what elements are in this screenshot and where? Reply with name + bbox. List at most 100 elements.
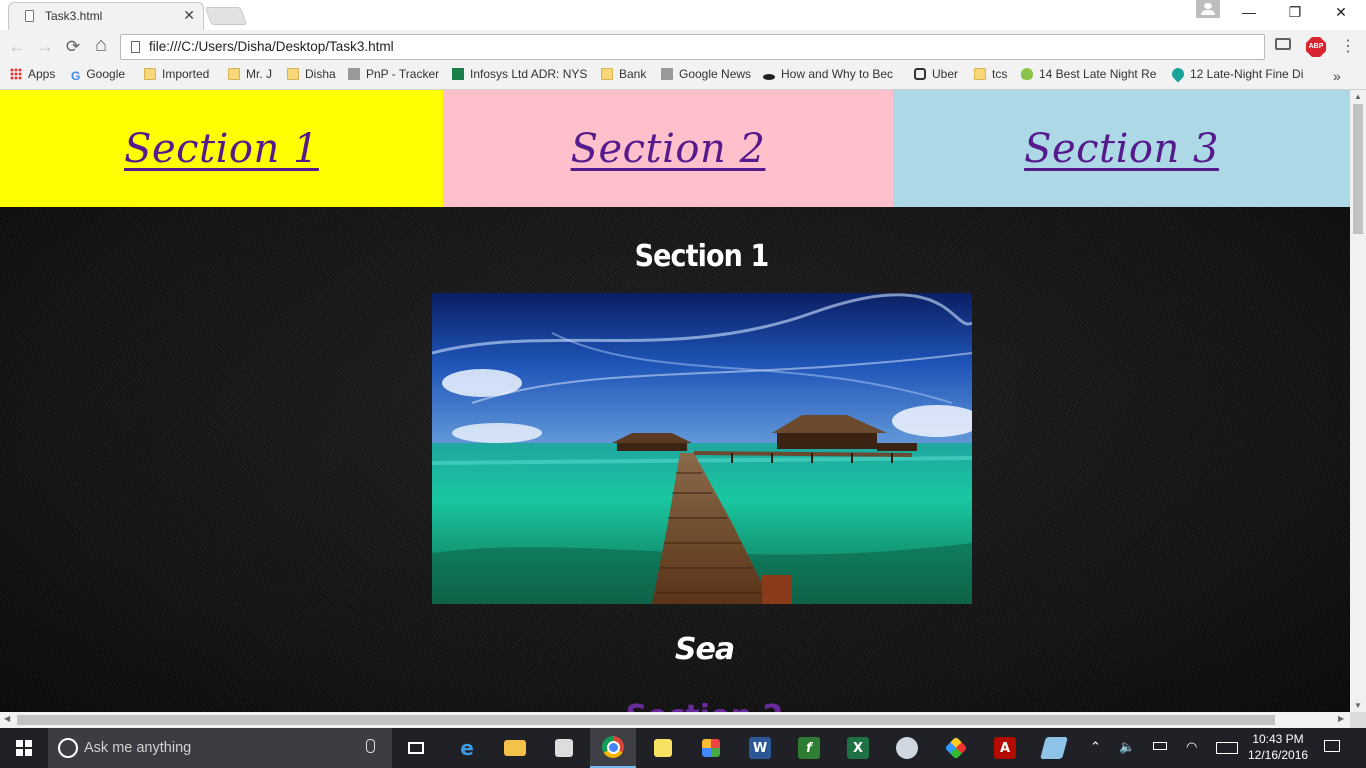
taskbar-calculator[interactable] — [688, 728, 734, 768]
uber-icon — [914, 68, 926, 80]
minimize-button[interactable]: — — [1234, 4, 1264, 20]
bookmark-bank[interactable]: Bank — [601, 67, 651, 87]
nav-link-section-1[interactable]: Section 1 — [124, 126, 319, 172]
taskbar-app-bird[interactable] — [884, 728, 930, 768]
taskbar-file-explorer[interactable] — [492, 728, 538, 768]
cast-icon[interactable] — [1275, 38, 1291, 50]
diamond-icon — [944, 736, 968, 760]
tab-close-icon[interactable]: ✕ — [183, 7, 195, 24]
scroll-left-icon[interactable]: ◀ — [4, 714, 10, 723]
scrollbar-corner — [1350, 712, 1366, 728]
taskbar-excel[interactable]: X — [835, 728, 881, 768]
taskbar-formula-app[interactable]: f — [786, 728, 832, 768]
scroll-right-icon[interactable]: ▶ — [1338, 714, 1344, 723]
nav-link-section-3[interactable]: Section 3 — [1024, 126, 1219, 172]
folder-icon — [974, 68, 986, 80]
url-text[interactable]: file:///C:/Users/Disha/Desktop/Task3.htm… — [149, 39, 394, 54]
bookmark-tcs[interactable]: tcs — [974, 67, 1014, 87]
microphone-icon[interactable] — [366, 739, 375, 753]
home-button[interactable]: ⌂ — [90, 34, 112, 57]
bookmark-how-and-why[interactable]: How and Why to Bec — [763, 67, 901, 87]
horizontal-scrollbar[interactable]: ◀ ▶ — [0, 712, 1350, 728]
taskbar-store[interactable] — [541, 728, 587, 768]
scroll-up-icon[interactable]: ▲ — [1350, 92, 1366, 101]
section-nav: Section 1 Section 2 Section 3 — [0, 90, 1350, 207]
bookmark-imported[interactable]: Imported — [144, 67, 218, 87]
profile-icon[interactable] — [1196, 0, 1220, 18]
sea-photo — [432, 293, 972, 604]
taskbar-app-diamond[interactable] — [933, 728, 979, 768]
page-info-icon[interactable] — [131, 41, 140, 53]
bookmark-late-night-re[interactable]: 14 Best Late Night Re — [1021, 67, 1159, 87]
browser-tab[interactable]: Task3.html ✕ — [8, 2, 204, 30]
bookmarks-overflow-button[interactable]: » — [1333, 68, 1341, 84]
tab-title: Task3.html — [45, 9, 103, 23]
start-button[interactable] — [0, 728, 48, 768]
address-bar[interactable]: file:///C:/Users/Disha/Desktop/Task3.htm… — [120, 34, 1265, 60]
taskbar-sticky-notes[interactable] — [640, 728, 686, 768]
pear-icon — [1021, 68, 1033, 80]
maximize-button[interactable]: ❐ — [1280, 4, 1310, 21]
folder-icon — [504, 740, 526, 756]
taskbar-chrome[interactable] — [590, 728, 636, 768]
keyboard-icon[interactable] — [1216, 742, 1238, 754]
close-window-button[interactable]: ✕ — [1326, 4, 1356, 21]
bookmark-apps[interactable]: Apps — [10, 67, 62, 87]
taskbar-word[interactable]: W — [737, 728, 783, 768]
vertical-scrollbar[interactable]: ▲ ▼ — [1350, 90, 1366, 712]
cortana-icon — [58, 738, 78, 758]
wifi-icon[interactable]: ◠ — [1186, 739, 1197, 755]
reload-button[interactable]: ⟳ — [62, 37, 84, 57]
bookmark-disha[interactable]: Disha — [287, 67, 339, 87]
bookmark-google-news[interactable]: Google News — [661, 67, 755, 87]
windows-logo-icon — [16, 740, 32, 756]
bookmark-uber[interactable]: Uber — [914, 67, 964, 87]
tata-icon — [348, 68, 360, 80]
clock-time: 10:43 PM — [1252, 732, 1304, 746]
new-tab-button[interactable] — [204, 7, 248, 25]
chrome-icon — [602, 736, 624, 758]
battery-icon[interactable] — [1153, 742, 1167, 750]
google-icon: G — [71, 69, 81, 83]
bookmark-mr-j[interactable]: Mr. J — [228, 67, 278, 87]
action-center-icon[interactable] — [1324, 740, 1340, 752]
volume-icon[interactable]: 🔈 — [1119, 739, 1135, 755]
bookmark-pnp-tracker[interactable]: PnP - Tracker — [348, 67, 442, 87]
taskbar-acrobat[interactable]: A — [982, 728, 1028, 768]
back-button[interactable]: ← — [6, 37, 28, 57]
page-viewport: Section 1 Section 2 Section 3 Section 1 — [0, 90, 1350, 712]
next-section-heading: Section 2 — [0, 699, 1350, 712]
bird-icon — [896, 737, 918, 759]
word-icon: W — [749, 737, 771, 759]
browser-title-bar: Task3.html ✕ — ❐ ✕ — [0, 0, 1366, 30]
bookmark-late-night-fine[interactable]: 12 Late-Night Fine Di — [1172, 67, 1310, 87]
bookmarks-bar: Apps G Google Imported Mr. J Disha PnP - … — [0, 64, 1366, 90]
forward-button[interactable]: → — [34, 37, 56, 57]
page-icon — [25, 10, 34, 22]
store-icon — [555, 739, 573, 757]
nav-link-section-2[interactable]: Section 2 — [571, 126, 766, 172]
vertical-scroll-thumb[interactable] — [1353, 104, 1363, 234]
horizontal-scroll-thumb[interactable] — [17, 715, 1275, 725]
apps-grid-icon — [10, 68, 22, 80]
taskbar-edge[interactable]: e — [444, 728, 490, 768]
browser-toolbar: ← → ⟳ ⌂ file:///C:/Users/Disha/Desktop/T… — [0, 30, 1366, 64]
bookmark-google[interactable]: G Google — [71, 67, 135, 87]
scroll-down-icon[interactable]: ▼ — [1350, 701, 1366, 710]
sticky-notes-icon — [654, 739, 672, 757]
taskbar-app-note[interactable] — [1031, 728, 1077, 768]
folder-icon — [228, 68, 240, 80]
apps-grid-icon — [702, 739, 720, 757]
browser-menu-icon[interactable]: ⋮ — [1340, 36, 1356, 56]
adblock-plus-icon[interactable]: ABP — [1306, 37, 1326, 57]
nav-cell-section-3: Section 3 — [893, 90, 1350, 207]
show-hidden-icons-button[interactable]: ⌃ — [1090, 739, 1101, 755]
image-caption: Sea — [674, 632, 735, 667]
system-clock[interactable]: 10:43 PM 12/16/2016 — [1248, 731, 1308, 763]
nav-cell-section-1: Section 1 — [0, 90, 443, 207]
task-view-button[interactable] — [393, 728, 439, 768]
cortana-search-box[interactable]: Ask me anything — [48, 728, 392, 768]
nav-cell-section-2: Section 2 — [443, 90, 893, 207]
bookmark-infosys[interactable]: Infosys Ltd ADR: NYSE — [452, 67, 588, 87]
edge-icon: e — [460, 736, 474, 760]
